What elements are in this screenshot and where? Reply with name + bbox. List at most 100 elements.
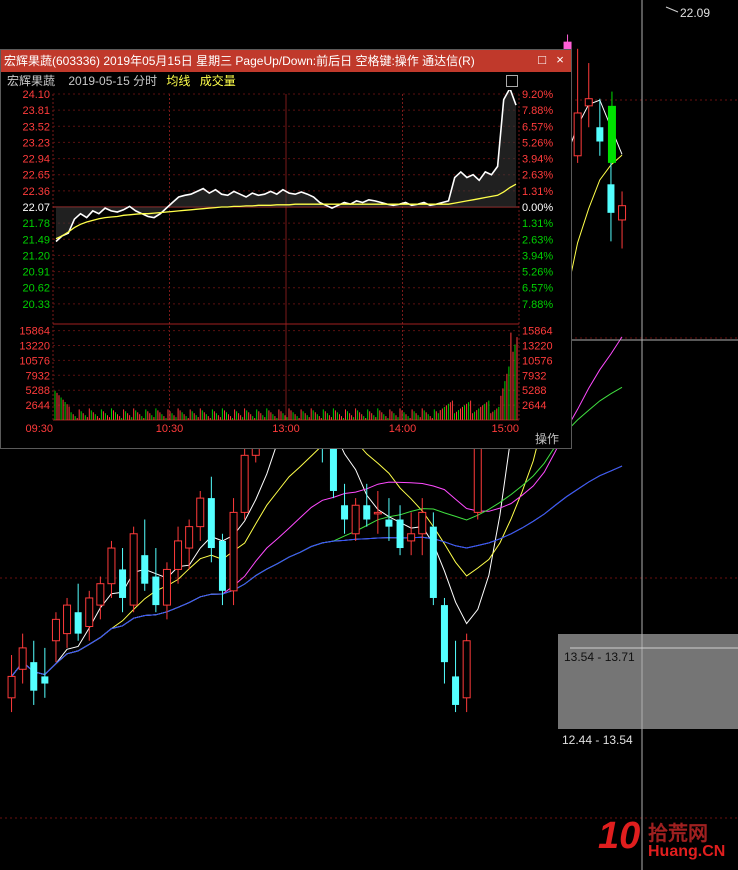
kline-candle: [85, 590, 94, 641]
operations-button[interactable]: 操作: [523, 431, 571, 447]
kline-candle: [452, 640, 460, 713]
kline-candle: [152, 548, 160, 613]
kline-candle: [385, 498, 393, 541]
pct-tick-label: 1.31%: [522, 218, 553, 230]
kline-candle: [373, 490, 382, 534]
kline-candle: [440, 597, 448, 684]
popup-title-bar[interactable]: 宏辉果蔬(603336) 2019年05月15日 星期三 PageUp/Down…: [1, 50, 571, 72]
kline-candle: [240, 448, 249, 520]
popup-subheader: 宏辉果蔬 2019-05-15 分时 均线 成交量: [1, 72, 236, 90]
pct-tick-label: 5.26%: [522, 267, 553, 279]
volume-tick-right: 7932: [522, 370, 546, 382]
volume-tick-left: 2644: [26, 400, 50, 412]
price-tick-label: 23.81: [22, 105, 50, 117]
pct-tick-label: 5.26%: [522, 137, 553, 149]
logo-chinese-name: 拾荒网: [648, 821, 708, 845]
price-tick-label: 22.36: [22, 186, 50, 198]
close-button[interactable]: ×: [553, 53, 567, 67]
site-logo: 10 拾荒网 Huang.CN: [598, 815, 734, 867]
kline-candle: [351, 498, 360, 541]
price-tick-label: 20.33: [22, 299, 50, 311]
stock-name: 宏辉果蔬: [7, 74, 56, 88]
pct-tick-label: 3.94%: [522, 154, 553, 166]
kline-candle: [18, 633, 27, 684]
pct-tick-label: 2.63%: [522, 170, 553, 182]
kline-limit-candle: [607, 91, 616, 163]
range-label-upper: 13.54 - 13.71: [564, 650, 635, 664]
ma-line-120: [11, 465, 623, 677]
price-tick-label: 21.78: [22, 218, 50, 230]
price-tick-label: 22.65: [22, 170, 50, 182]
time-tick-label: 13:00: [272, 423, 300, 435]
kline-candle: [41, 647, 49, 698]
kline-candle: [407, 512, 416, 556]
kline-candle: [341, 483, 349, 534]
kline-candle: [396, 505, 404, 556]
volume-tick-right: 5288: [522, 385, 546, 397]
kline-candle: [584, 63, 593, 128]
logo-domain: Huang.CN: [648, 843, 726, 860]
pct-tick-label: 0.00%: [522, 202, 553, 214]
volume-legend: 成交量: [199, 74, 236, 88]
price-tick-label: 24.10: [22, 90, 50, 101]
maximize-button[interactable]: □: [535, 53, 549, 67]
avg-line-legend: 均线: [166, 74, 191, 88]
volume-tick-right: 10576: [522, 355, 553, 367]
kline-candle: [174, 526, 183, 584]
high-marker: [665, 6, 679, 13]
intraday-popup-window[interactable]: 宏辉果蔬(603336) 2019年05月15日 星期三 PageUp/Down…: [0, 49, 572, 449]
price-tick-label: 21.20: [22, 250, 50, 262]
kline-candle: [207, 476, 215, 563]
kline-candle: [618, 191, 627, 249]
volume-tick-left: 5288: [26, 385, 50, 397]
price-tick-label: 22.94: [22, 154, 50, 166]
price-tick-label: 23.23: [22, 137, 50, 149]
kline-candle: [51, 612, 60, 663]
kline-candle: [141, 519, 149, 591]
pct-tick-label: 1.31%: [522, 186, 553, 198]
pct-tick-label: 7.88%: [522, 105, 553, 117]
intraday-chart: 24.10 9.20% 23.81 7.88% 23.52 6.57% 23.23 5.26%…: [19, 90, 553, 435]
volume-tick-left: 15864: [19, 326, 50, 338]
session-date: 2019-05-15 分时: [68, 74, 158, 88]
kline-candle: [30, 640, 38, 705]
ma-line-60: [11, 465, 623, 677]
kline-candle: [573, 48, 582, 163]
kline-candle: [74, 583, 82, 641]
kline-candle: [196, 490, 205, 541]
kline-candle: [418, 498, 427, 556]
kline-candle: [129, 526, 138, 613]
time-tick-label: 15:00: [491, 423, 519, 435]
price-tick-label: 20.62: [22, 283, 50, 295]
logo-number: 10: [598, 815, 641, 857]
kline-candle: [63, 597, 72, 648]
popup-settings-icon[interactable]: [506, 75, 518, 87]
pct-tick-label: 6.57%: [522, 283, 553, 295]
volume-tick-right: 2644: [522, 400, 546, 412]
price-tick-label: 22.07: [22, 202, 50, 214]
pct-tick-label: 2.63%: [522, 234, 553, 246]
kline-high-label: 22.09: [680, 6, 711, 20]
pct-tick-label: 9.20%: [522, 90, 553, 101]
volume-tick-left: 7932: [26, 370, 50, 382]
popup-title-text: 宏辉果蔬(603336) 2019年05月15日 星期三 PageUp/Down…: [4, 54, 475, 68]
pct-tick-label: 6.57%: [522, 121, 553, 133]
kline-candle: [462, 633, 471, 713]
time-tick-label: 10:30: [156, 423, 184, 435]
pct-tick-label: 7.88%: [522, 299, 553, 311]
volume-tick-right: 13220: [522, 340, 553, 352]
time-tick-label: 14:00: [389, 423, 417, 435]
kline-candle: [119, 548, 127, 613]
range-label-lower: 12.44 - 13.54: [562, 733, 633, 747]
time-tick-label: 09:30: [25, 423, 53, 435]
kline-candle: [229, 498, 238, 606]
volume-tick-left: 10576: [19, 355, 50, 367]
kline-candle: [7, 655, 16, 713]
kline-candle: [107, 540, 116, 598]
price-tick-label: 21.49: [22, 234, 50, 246]
volume-tick-right: 15864: [522, 326, 553, 338]
price-tick-label: 20.91: [22, 267, 50, 279]
volume-tick-left: 13220: [19, 340, 50, 352]
pct-tick-label: 3.94%: [522, 250, 553, 262]
price-tick-label: 23.52: [22, 121, 50, 133]
